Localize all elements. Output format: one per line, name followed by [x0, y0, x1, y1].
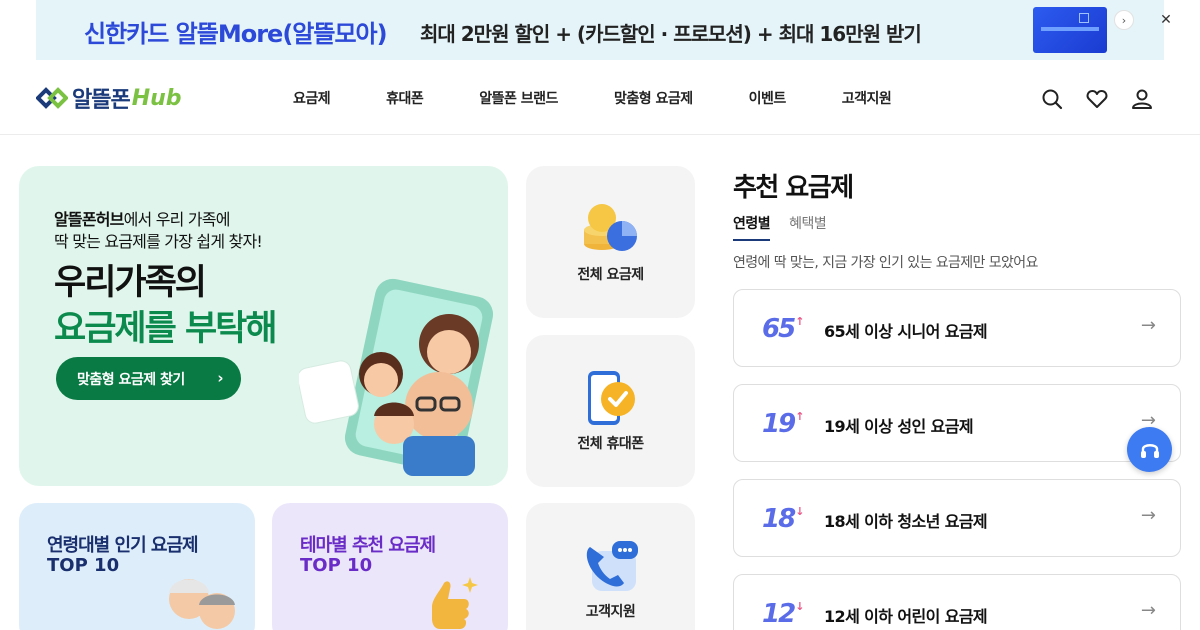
banner-brand-text: 신한카드 알뜰More(알뜰모아): [84, 20, 388, 48]
age-19-badge: 19↑: [762, 409, 804, 439]
recommend-title: 추천 요금제: [733, 173, 854, 203]
headset-icon: [1140, 443, 1159, 458]
promo-card-title: 연령대별 인기 요금제: [47, 535, 199, 556]
find-custom-plan-label: 맞춤형 요금제 찾기: [77, 371, 185, 388]
nav-item-phones[interactable]: 휴대폰: [386, 88, 424, 108]
site-header: 알뜰폰 Hub 요금제 휴대폰 알뜰폰 브랜드 맞춤형 요금제 이벤트 고객지원: [0, 60, 1200, 135]
top-promo-banner[interactable]: 신한카드 알뜰More(알뜰모아) 최대 2만원 할인 + (카드할인 · 프로…: [36, 0, 1164, 60]
arrow-right-icon: →: [1140, 315, 1156, 336]
plan-item-teen[interactable]: 18↓ 18세 이하 청소년 요금제 →: [733, 479, 1181, 557]
plan-item-adult[interactable]: 19↑ 19세 이상 성인 요금제 →: [733, 384, 1181, 462]
grandparents-illustration: [169, 579, 235, 629]
logo-text: 알뜰폰: [72, 88, 131, 113]
nav-item-custom-plans[interactable]: 맞춤형 요금제: [614, 88, 693, 108]
age-18-badge: 18↓: [762, 504, 804, 534]
arrow-up-icon: ↑: [795, 315, 804, 328]
user-icon[interactable]: [1131, 88, 1153, 110]
age-badge-number: 65: [762, 314, 796, 344]
age-65-badge: 65↑: [762, 314, 804, 344]
promo-card-title: 테마별 추천 요금제: [300, 535, 436, 556]
age-badge-number: 12: [762, 599, 796, 629]
thumbs-up-icon: [432, 577, 478, 629]
phone-check-icon: [588, 371, 635, 425]
plan-item-senior[interactable]: 65↑ 65세 이상 시니어 요금제 →: [733, 289, 1181, 367]
promo-card-subtitle: TOP 10: [300, 555, 373, 576]
theme-top10-card[interactable]: 테마별 추천 요금제 TOP 10: [272, 503, 508, 630]
arrow-right-icon: →: [1140, 505, 1156, 526]
banner-promo-text: 최대 2만원 할인 + (카드할인 · 프로모션) + 최대 16만원 받기: [420, 22, 922, 46]
age-12-badge: 12↓: [762, 599, 804, 629]
plan-label: 19세 이상 성인 요금제: [824, 417, 974, 436]
banner-next-button[interactable]: ›: [1114, 10, 1134, 30]
hero-subtitle-line2: 딱 맞는 요금제를 가장 쉽게 찾자!: [54, 232, 263, 251]
plan-label: 12세 이하 어린이 요금제: [824, 607, 988, 626]
plan-item-child[interactable]: 12↓ 12세 이하 어린이 요금제 →: [733, 574, 1181, 630]
credit-card-image: [1033, 7, 1107, 53]
age-badge-number: 18: [762, 504, 796, 534]
nav-item-events[interactable]: 이벤트: [749, 88, 787, 108]
banner-close-button[interactable]: ✕: [1158, 12, 1174, 28]
tab-by-benefit[interactable]: 혜택별: [789, 213, 827, 241]
plan-label: 18세 이하 청소년 요금제: [824, 512, 988, 531]
arrow-down-icon: ↓: [795, 505, 804, 518]
hero-subtitle-rest: 에서 우리 가족에: [123, 210, 231, 229]
recommend-tabs: 연령별 혜택별: [733, 213, 845, 241]
hero-brand-name: 알뜰폰허브: [54, 210, 124, 229]
coins-icon: [584, 204, 637, 251]
hero-title-line1: 우리가족의: [54, 263, 207, 303]
headset-support-button[interactable]: [1127, 427, 1172, 472]
recommend-description: 연령에 딱 맞는, 지금 가장 인기 있는 요금제만 모았어요: [733, 255, 1038, 271]
tile-label: 전체 휴대폰: [577, 436, 644, 452]
hero-banner[interactable]: 알뜰폰허브에서 우리 가족에 딱 맞는 요금제를 가장 쉽게 찾자! 우리가족의…: [19, 166, 508, 486]
nav-item-plans[interactable]: 요금제: [293, 88, 331, 108]
hero-subtitle-line1: 알뜰폰허브에서 우리 가족에: [54, 206, 230, 230]
main-nav: 요금제 휴대폰 알뜰폰 브랜드 맞춤형 요금제 이벤트 고객지원: [293, 88, 892, 108]
arrow-down-icon: ↓: [795, 600, 804, 613]
tab-by-age[interactable]: 연령별: [733, 213, 771, 241]
site-logo[interactable]: 알뜰폰 Hub: [35, 82, 182, 114]
chevron-right-icon: ›: [217, 369, 223, 387]
nav-item-brands[interactable]: 알뜰폰 브랜드: [479, 88, 558, 108]
tile-label: 고객지원: [585, 604, 636, 620]
logo-mark-icon: [35, 87, 69, 109]
all-plans-tile[interactable]: 전체 요금제: [526, 166, 695, 318]
heart-icon[interactable]: [1086, 88, 1108, 110]
customer-support-tile[interactable]: 고객지원: [526, 503, 695, 630]
arrow-right-icon: →: [1140, 600, 1156, 621]
age-top10-card[interactable]: 연령대별 인기 요금제 TOP 10: [19, 503, 255, 630]
search-icon[interactable]: [1041, 88, 1063, 110]
tile-label: 전체 요금제: [577, 267, 644, 283]
find-custom-plan-button[interactable]: 맞춤형 요금제 찾기 ›: [56, 357, 241, 400]
logo-hub-text: Hub: [131, 85, 182, 111]
age-badge-number: 19: [762, 409, 796, 439]
family-phone-illustration: [299, 278, 494, 476]
all-phones-tile[interactable]: 전체 휴대폰: [526, 335, 695, 487]
support-phone-icon: [586, 541, 638, 591]
plan-label: 65세 이상 시니어 요금제: [824, 322, 988, 341]
promo-card-subtitle: TOP 10: [47, 555, 120, 576]
arrow-up-icon: ↑: [795, 410, 804, 423]
nav-item-support[interactable]: 고객지원: [842, 88, 892, 108]
hero-title-line2: 요금제를 부탁해: [54, 309, 278, 349]
